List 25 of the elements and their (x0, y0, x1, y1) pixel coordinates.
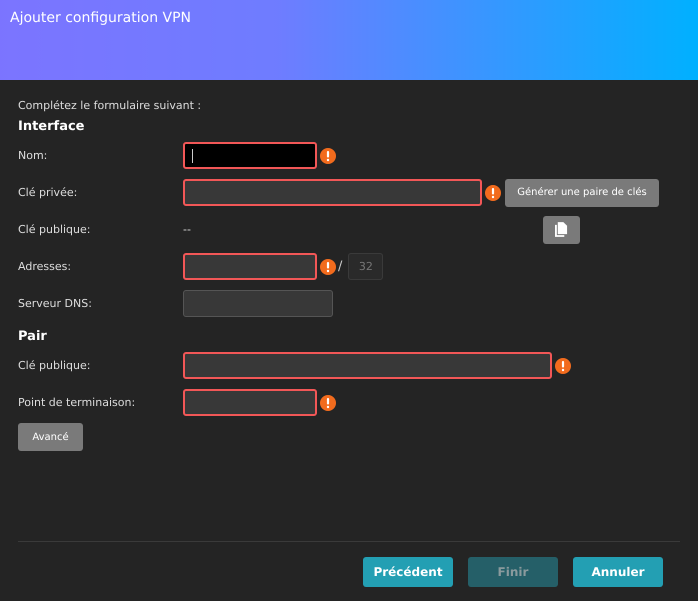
value-text: -- (183, 223, 192, 236)
intro-text: Complétez le formulaire suivant : (18, 99, 202, 112)
input-field[interactable] (183, 352, 552, 379)
field-label: Nom: (18, 149, 48, 162)
separator-text: / (338, 259, 342, 274)
field-label: Adresses: (18, 260, 72, 273)
window-title: Ajouter configuration VPN (10, 10, 192, 26)
input-field[interactable] (183, 142, 317, 169)
field-label: Serveur DNS: (18, 297, 93, 310)
input-field[interactable] (183, 389, 317, 416)
copy-icon (555, 222, 568, 237)
field-label: Point de terminaison: (18, 396, 136, 409)
field-label: Clé publique: (18, 359, 92, 372)
field-label: Clé publique: (18, 223, 92, 236)
input-field[interactable] (183, 179, 482, 206)
footer-button[interactable]: Précédent (363, 557, 453, 587)
advanced-button[interactable]: Avancé (18, 423, 83, 451)
copy-button[interactable] (543, 216, 580, 244)
generate-button[interactable]: Générer une paire de clés (505, 178, 659, 206)
footer-button[interactable]: Annuler (573, 557, 663, 587)
input-field[interactable] (183, 253, 317, 280)
section-heading: Interface (18, 119, 84, 134)
section-heading: Pair (18, 329, 47, 344)
input-field[interactable] (183, 290, 333, 317)
field-label: Clé privée: (18, 186, 78, 199)
